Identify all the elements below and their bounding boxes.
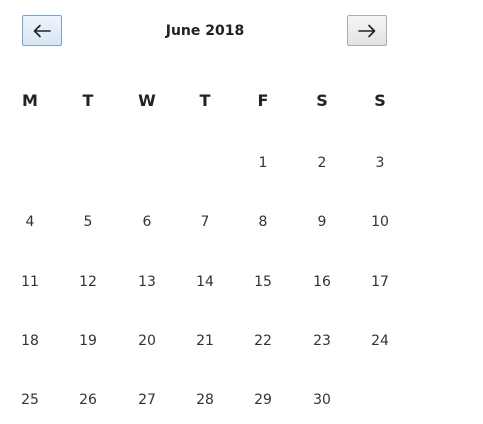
day-cell[interactable]: 22 (243, 330, 283, 352)
day-cell[interactable]: 10 (360, 211, 400, 233)
day-cell[interactable]: 27 (127, 389, 167, 411)
weekday-thursday: T (199, 91, 211, 110)
weekday-wednesday: W (138, 91, 156, 110)
day-cell[interactable]: 13 (127, 271, 167, 293)
day-cell[interactable]: 26 (68, 389, 108, 411)
day-cell[interactable]: 12 (68, 271, 108, 293)
day-cell[interactable]: 6 (127, 211, 167, 233)
day-cell[interactable]: 5 (68, 211, 108, 233)
day-cell[interactable]: 8 (243, 211, 283, 233)
day-cell[interactable]: 11 (10, 271, 50, 293)
weekday-friday: F (257, 91, 269, 110)
arrow-right-icon (358, 24, 376, 38)
prev-month-button[interactable] (22, 15, 62, 46)
arrow-left-icon (33, 24, 51, 38)
day-cell[interactable]: 30 (302, 389, 342, 411)
day-cell[interactable]: 19 (68, 330, 108, 352)
day-cell[interactable]: 21 (185, 330, 225, 352)
day-cell[interactable]: 7 (185, 211, 225, 233)
day-cell[interactable]: 24 (360, 330, 400, 352)
month-title: June 2018 (165, 23, 245, 39)
day-cell[interactable]: 4 (10, 211, 50, 233)
day-cell[interactable]: 15 (243, 271, 283, 293)
day-cell[interactable]: 25 (10, 389, 50, 411)
day-cell[interactable]: 18 (10, 330, 50, 352)
day-cell[interactable]: 17 (360, 271, 400, 293)
day-cell[interactable]: 23 (302, 330, 342, 352)
day-cell[interactable]: 1 (243, 152, 283, 174)
day-cell[interactable]: 28 (185, 389, 225, 411)
day-cell[interactable]: 2 (302, 152, 342, 174)
day-cell[interactable]: 9 (302, 211, 342, 233)
weekday-monday: M (22, 91, 38, 110)
weekday-tuesday: T (82, 91, 94, 110)
weekday-saturday: S (316, 91, 328, 110)
weekday-sunday: S (374, 91, 386, 110)
day-cell[interactable]: 29 (243, 389, 283, 411)
day-cell[interactable]: 16 (302, 271, 342, 293)
day-cell[interactable]: 3 (360, 152, 400, 174)
day-cell[interactable]: 20 (127, 330, 167, 352)
day-cell[interactable]: 14 (185, 271, 225, 293)
next-month-button[interactable] (347, 15, 387, 46)
